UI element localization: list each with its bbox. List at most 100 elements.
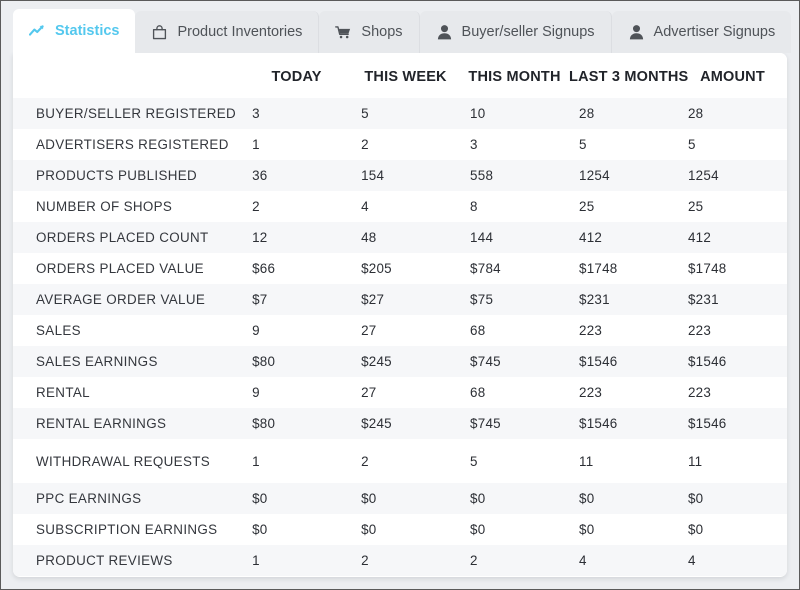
- row-value: 5: [569, 129, 678, 160]
- row-value: 10: [460, 98, 569, 129]
- row-value: $245: [351, 346, 460, 377]
- table-header-row: TODAYTHIS WEEKTHIS MONTHLAST 3 MONTHSAMO…: [13, 53, 787, 98]
- row-value: $80: [242, 408, 351, 439]
- table-row: RENTAL92768223223: [13, 377, 787, 408]
- row-value: 28: [569, 98, 678, 129]
- column-header-3: THIS MONTH: [460, 53, 569, 98]
- tab-shops[interactable]: Shops: [319, 11, 419, 53]
- tab-product-inventories[interactable]: Product Inventories: [135, 11, 319, 53]
- row-value: $27: [351, 284, 460, 315]
- row-value: 1: [242, 439, 351, 483]
- row-value: 68: [460, 315, 569, 346]
- row-value: $66: [242, 253, 351, 284]
- row-label: SALES EARNINGS: [13, 346, 242, 377]
- row-value: $0: [242, 483, 351, 514]
- row-value: 3: [460, 129, 569, 160]
- row-value: 5: [460, 439, 569, 483]
- shopping-bag-icon: [151, 24, 168, 41]
- row-value: $745: [460, 346, 569, 377]
- row-value: 5: [351, 98, 460, 129]
- row-value: 27: [351, 377, 460, 408]
- table-header: TODAYTHIS WEEKTHIS MONTHLAST 3 MONTHSAMO…: [13, 53, 787, 98]
- row-value: $0: [460, 514, 569, 545]
- row-label: ADVERTISERS REGISTERED: [13, 129, 242, 160]
- table-row: SALES92768223223: [13, 315, 787, 346]
- row-value: 144: [460, 222, 569, 253]
- row-value: 2: [242, 191, 351, 222]
- row-value: 27: [351, 315, 460, 346]
- row-value: 1254: [569, 160, 678, 191]
- table-row: ORDERS PLACED COUNT1248144412412: [13, 222, 787, 253]
- statistics-panel: TODAYTHIS WEEKTHIS MONTHLAST 3 MONTHSAMO…: [13, 53, 787, 577]
- row-value: $0: [351, 514, 460, 545]
- row-value: 25: [678, 191, 787, 222]
- row-label: NUMBER OF SHOPS: [13, 191, 242, 222]
- statistics-table: TODAYTHIS WEEKTHIS MONTHLAST 3 MONTHSAMO…: [13, 53, 787, 576]
- row-value: 223: [678, 377, 787, 408]
- row-value: 2: [351, 545, 460, 576]
- row-value: 8: [460, 191, 569, 222]
- row-value: 4: [351, 191, 460, 222]
- row-value: 412: [569, 222, 678, 253]
- table-row: AVERAGE ORDER VALUE$7$27$75$231$231: [13, 284, 787, 315]
- row-value: 223: [569, 315, 678, 346]
- tab-label: Buyer/seller Signups: [462, 25, 595, 40]
- table-row: ORDERS PLACED VALUE$66$205$784$1748$1748: [13, 253, 787, 284]
- table-row: WITHDRAWAL REQUESTS1251111: [13, 439, 787, 483]
- row-value: 223: [678, 315, 787, 346]
- table-row: PRODUCT REVIEWS12244: [13, 545, 787, 576]
- table-row: RENTAL EARNINGS$80$245$745$1546$1546: [13, 408, 787, 439]
- row-value: 36: [242, 160, 351, 191]
- row-value: 4: [569, 545, 678, 576]
- row-label: PRODUCT REVIEWS: [13, 545, 242, 576]
- table-row: NUMBER OF SHOPS2482525: [13, 191, 787, 222]
- row-label: PRODUCTS PUBLISHED: [13, 160, 242, 191]
- row-value: $0: [242, 514, 351, 545]
- row-value: 9: [242, 315, 351, 346]
- row-value: $231: [569, 284, 678, 315]
- chart-line-icon: [29, 23, 46, 40]
- row-label: ORDERS PLACED COUNT: [13, 222, 242, 253]
- table-row: SALES EARNINGS$80$245$745$1546$1546: [13, 346, 787, 377]
- row-label: BUYER/SELLER REGISTERED: [13, 98, 242, 129]
- row-value: $0: [569, 514, 678, 545]
- column-header-metric: [13, 53, 242, 98]
- tab-advertiser-signups[interactable]: Advertiser Signups: [612, 11, 792, 53]
- table-row: BUYER/SELLER REGISTERED35102828: [13, 98, 787, 129]
- column-header-5: AMOUNT: [678, 53, 787, 98]
- shopping-cart-icon: [335, 24, 352, 41]
- row-label: RENTAL EARNINGS: [13, 408, 242, 439]
- tab-statistics[interactable]: Statistics: [13, 9, 135, 53]
- row-value: 2: [351, 129, 460, 160]
- tab-label: Product Inventories: [177, 25, 302, 40]
- row-value: 412: [678, 222, 787, 253]
- row-value: 1254: [678, 160, 787, 191]
- row-value: 25: [569, 191, 678, 222]
- row-label: RENTAL: [13, 377, 242, 408]
- table-row: PRODUCTS PUBLISHED3615455812541254: [13, 160, 787, 191]
- row-value: $80: [242, 346, 351, 377]
- tab-strip: Statistics Product Inventories Shops Buyer/…: [13, 9, 787, 53]
- row-value: $1748: [569, 253, 678, 284]
- row-label: SALES: [13, 315, 242, 346]
- row-value: $0: [460, 483, 569, 514]
- row-value: $1546: [678, 408, 787, 439]
- row-value: 28: [678, 98, 787, 129]
- row-value: 4: [678, 545, 787, 576]
- row-value: 9: [242, 377, 351, 408]
- row-value: $1546: [569, 346, 678, 377]
- row-value: 154: [351, 160, 460, 191]
- row-value: $7: [242, 284, 351, 315]
- row-value: $0: [351, 483, 460, 514]
- tab-buyer-seller-signups[interactable]: Buyer/seller Signups: [420, 11, 612, 53]
- row-value: $745: [460, 408, 569, 439]
- row-value: $0: [678, 483, 787, 514]
- row-label: SUBSCRIPTION EARNINGS: [13, 514, 242, 545]
- column-header-4: LAST 3 MONTHS: [569, 53, 678, 98]
- row-value: 558: [460, 160, 569, 191]
- row-label: WITHDRAWAL REQUESTS: [13, 439, 242, 483]
- tab-label: Statistics: [55, 24, 119, 39]
- dashboard-root: Statistics Product Inventories Shops Buyer/…: [1, 1, 799, 589]
- row-label: AVERAGE ORDER VALUE: [13, 284, 242, 315]
- table-row: PPC EARNINGS$0$0$0$0$0: [13, 483, 787, 514]
